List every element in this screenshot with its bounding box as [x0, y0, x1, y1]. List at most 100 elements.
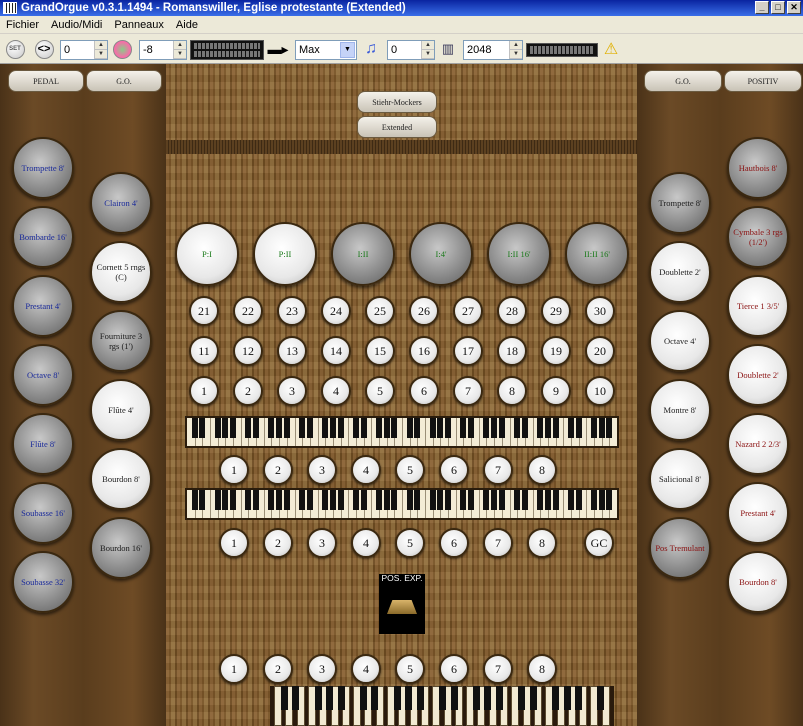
divisional-piston[interactable]: 1 [219, 528, 249, 558]
general-piston[interactable]: 10 [585, 376, 615, 406]
set-button[interactable]: SET [4, 39, 26, 59]
divisional-piston[interactable]: 1 [219, 455, 249, 485]
divisional-piston[interactable]: 2 [263, 654, 293, 684]
manual-positiv[interactable] [185, 416, 619, 448]
menu-panneaux[interactable]: Panneaux [108, 19, 170, 31]
pedal-stop-flute-8[interactable]: Flûte 8' [12, 413, 74, 475]
pedal-stop-trompette-8[interactable]: Trompette 8' [12, 137, 74, 199]
coupler-i-ii-16[interactable]: I:II 16' [487, 222, 551, 286]
general-piston[interactable]: 30 [585, 296, 615, 326]
divisional-piston[interactable]: 3 [307, 455, 337, 485]
divisional-piston[interactable]: 1 [219, 654, 249, 684]
release-length-spinner[interactable]: 2048 ▲ ▼ [463, 40, 523, 60]
manual-grand-orgue[interactable] [185, 488, 619, 520]
general-piston[interactable]: 17 [453, 336, 483, 366]
close-icon[interactable]: ✕ [787, 1, 801, 14]
coupler-ii-ii-16[interactable]: II:II 16' [565, 222, 629, 286]
pedal-stop-soubasse-16[interactable]: Soubasse 16' [12, 482, 74, 544]
tab-positiv[interactable]: POSITIV [724, 70, 802, 92]
extended-button[interactable]: Extended [357, 116, 437, 138]
general-piston[interactable]: 3 [277, 376, 307, 406]
go2-stop-salicional-8[interactable]: Salicional 8' [649, 448, 711, 510]
pedal-stop-bombarde-16[interactable]: Bombarde 16' [12, 206, 74, 268]
divisional-piston[interactable]: 3 [307, 654, 337, 684]
general-piston[interactable]: 7 [453, 376, 483, 406]
divisional-piston[interactable]: 8 [527, 528, 557, 558]
general-piston[interactable]: 22 [233, 296, 263, 326]
general-piston[interactable]: 29 [541, 296, 571, 326]
divisional-piston[interactable]: 2 [263, 455, 293, 485]
positiv-expression-pedal[interactable]: POS. EXP. [379, 573, 425, 634]
memory-level-spinner[interactable]: 0 ▲ ▼ [60, 40, 108, 60]
tab-go-right[interactable]: G.O. [644, 70, 722, 92]
go2-stop-doublette-2[interactable]: Doublette 2' [649, 241, 711, 303]
general-piston[interactable]: 16 [409, 336, 439, 366]
general-piston[interactable]: 9 [541, 376, 571, 406]
general-piston[interactable]: 13 [277, 336, 307, 366]
positiv-stop-hautbois-8[interactable]: Hautbois 8' [727, 137, 789, 199]
divisional-piston[interactable]: 4 [351, 528, 381, 558]
memory-icon[interactable]: <> [33, 39, 55, 59]
positiv-stop-doublette-2[interactable]: Doublette 2' [727, 344, 789, 406]
positiv-stop-bourdon-8[interactable]: Bourdon 8' [727, 551, 789, 613]
tab-pedal[interactable]: PEDAL [8, 70, 84, 92]
general-piston[interactable]: 28 [497, 296, 527, 326]
go-stop-fourniture[interactable]: Fourniture 3 rgs (1') [90, 310, 152, 372]
positiv-stop-nazard[interactable]: Nazard 2 2/3' [727, 413, 789, 475]
positiv-stop-tierce[interactable]: Tierce 1 3/5' [727, 275, 789, 337]
pedal-stop-soubasse-32[interactable]: Soubasse 32' [12, 551, 74, 613]
tab-go-left[interactable]: G.O. [86, 70, 162, 92]
tuning-button[interactable]: Stiehr-Mockers [357, 91, 437, 113]
menu-aide[interactable]: Aide [170, 19, 204, 31]
coupler-p-i[interactable]: P:I [175, 222, 239, 286]
general-piston[interactable]: 23 [277, 296, 307, 326]
polyphony-select[interactable]: Max ▼ [295, 40, 357, 60]
divisional-piston[interactable]: 7 [483, 528, 513, 558]
divisional-piston[interactable]: 8 [527, 654, 557, 684]
general-piston[interactable]: 8 [497, 376, 527, 406]
menu-audio-midi[interactable]: Audio/Midi [45, 19, 108, 31]
go-stop-cornett[interactable]: Cornett 5 rngs (C) [90, 241, 152, 303]
divisional-piston[interactable]: 5 [395, 528, 425, 558]
general-piston[interactable]: 24 [321, 296, 351, 326]
transpose-spinner[interactable]: 0 ▲ ▼ [387, 40, 435, 60]
pedalboard[interactable] [270, 686, 614, 726]
divisional-piston[interactable]: 3 [307, 528, 337, 558]
maximize-icon[interactable]: □ [771, 1, 785, 14]
pedal-stop-octave-8[interactable]: Octave 8' [12, 344, 74, 406]
gc-piston[interactable]: GC [584, 528, 614, 558]
divisional-piston[interactable]: 5 [395, 654, 425, 684]
general-piston[interactable]: 27 [453, 296, 483, 326]
go2-stop-octave-4[interactable]: Octave 4' [649, 310, 711, 372]
general-piston[interactable]: 4 [321, 376, 351, 406]
general-piston[interactable]: 11 [189, 336, 219, 366]
general-piston[interactable]: 14 [321, 336, 351, 366]
coupler-i-4[interactable]: I:4' [409, 222, 473, 286]
pedal-stop-prestant-4[interactable]: Prestant 4' [12, 275, 74, 337]
menu-fichier[interactable]: Fichier [0, 19, 45, 31]
go-stop-flute-4[interactable]: Flûte 4' [90, 379, 152, 441]
go2-stop-montre-8[interactable]: Montre 8' [649, 379, 711, 441]
divisional-piston[interactable]: 6 [439, 455, 469, 485]
divisional-piston[interactable]: 8 [527, 455, 557, 485]
general-piston[interactable]: 5 [365, 376, 395, 406]
go-stop-bourdon-8[interactable]: Bourdon 8' [90, 448, 152, 510]
positiv-stop-prestant-4[interactable]: Prestant 4' [727, 482, 789, 544]
divisional-piston[interactable]: 4 [351, 654, 381, 684]
general-piston[interactable]: 1 [189, 376, 219, 406]
minimize-icon[interactable]: _ [755, 1, 769, 14]
divisional-piston[interactable]: 6 [439, 528, 469, 558]
positiv-stop-cymbale[interactable]: Cymbale 3 rgs (1/2') [727, 206, 789, 268]
pos-tremulant-stop[interactable]: Pos Tremulant [649, 517, 711, 579]
go-stop-clairon-4[interactable]: Clairon 4' [90, 172, 152, 234]
go-stop-bourdon-16[interactable]: Bourdon 16' [90, 517, 152, 579]
divisional-piston[interactable]: 6 [439, 654, 469, 684]
divisional-piston[interactable]: 5 [395, 455, 425, 485]
volume-spinner[interactable]: -8 ▲ ▼ [139, 40, 187, 60]
divisional-piston[interactable]: 7 [483, 455, 513, 485]
general-piston[interactable]: 12 [233, 336, 263, 366]
general-piston[interactable]: 6 [409, 376, 439, 406]
general-piston[interactable]: 21 [189, 296, 219, 326]
coupler-p-ii[interactable]: P:II [253, 222, 317, 286]
coupler-i-ii[interactable]: I:II [331, 222, 395, 286]
